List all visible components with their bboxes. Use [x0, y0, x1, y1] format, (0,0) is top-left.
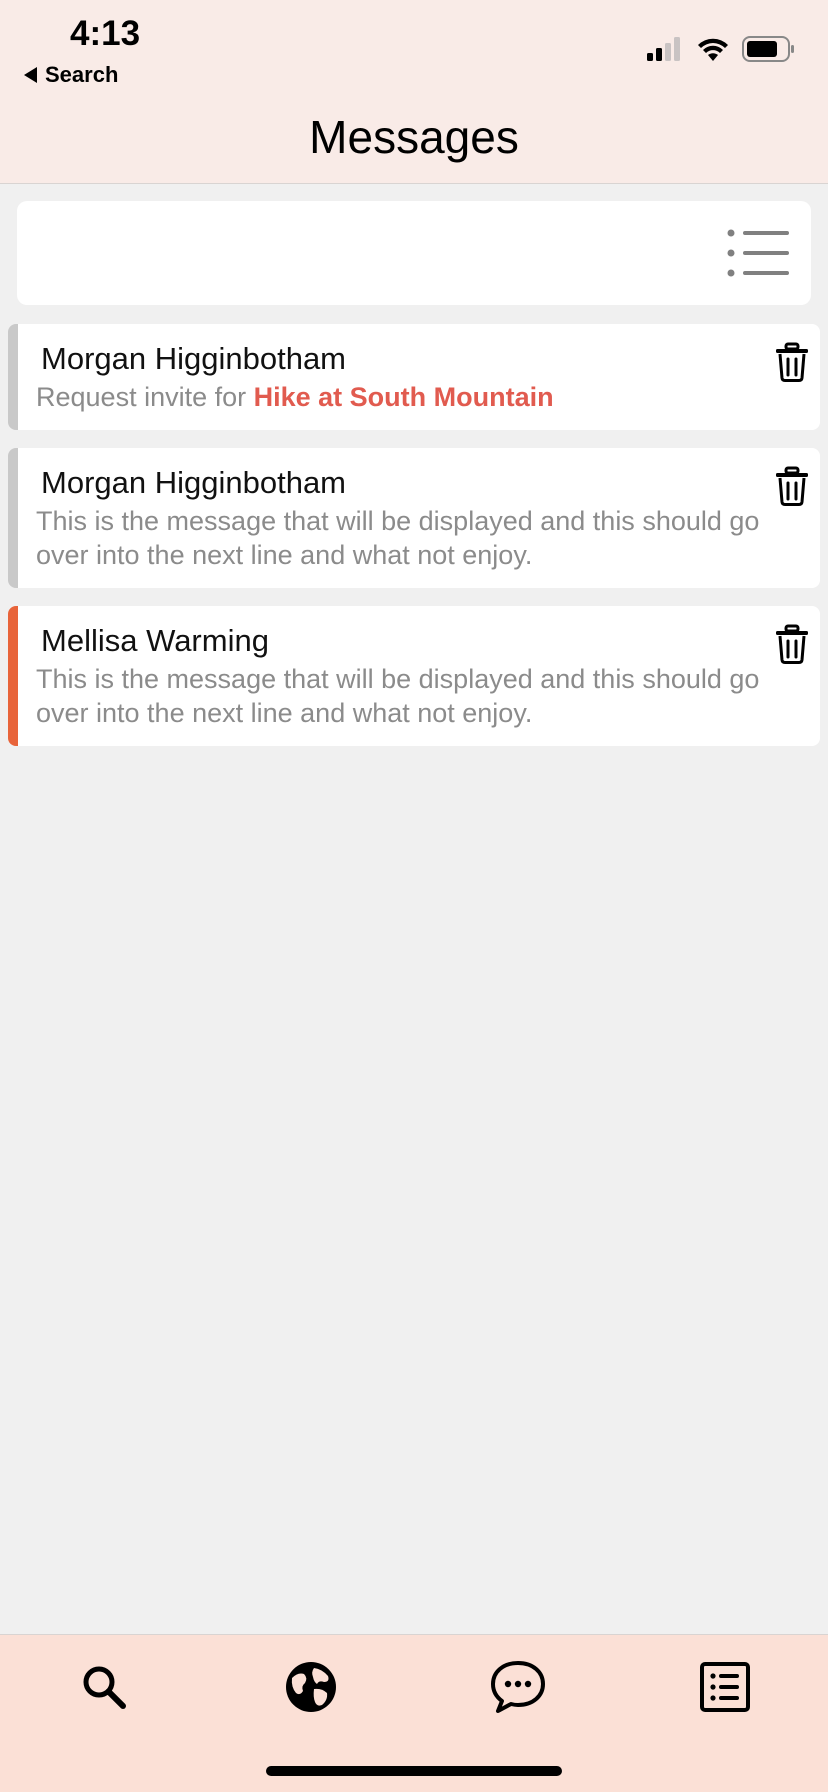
trash-icon[interactable]	[774, 342, 810, 382]
message-body: This is the message that will be display…	[36, 506, 760, 570]
event-link[interactable]: Hike at South Mountain	[254, 382, 554, 412]
search-icon	[83, 1666, 126, 1709]
status-time: 4:13	[70, 14, 141, 53]
list-document-icon	[700, 1662, 750, 1712]
tab-messages[interactable]	[488, 1657, 548, 1717]
message-body: Request invite for Hike at South Mountai…	[36, 380, 764, 414]
tab-list[interactable]	[695, 1657, 755, 1717]
message-sender: Mellisa Warming	[41, 623, 269, 658]
page-title: Messages	[309, 111, 519, 163]
message-list: Morgan Higginbotham Request invite for H…	[8, 324, 820, 764]
back-label: Search	[45, 62, 119, 87]
tab-explore[interactable]	[281, 1657, 341, 1717]
back-arrow-icon	[24, 67, 37, 83]
home-indicator[interactable]	[266, 1766, 562, 1776]
wifi-icon	[698, 38, 728, 61]
list-icon[interactable]	[727, 229, 791, 277]
chat-bubble-icon	[491, 1661, 545, 1713]
message-item[interactable]: Morgan Higginbotham This is the message …	[8, 448, 820, 588]
message-body: This is the message that will be display…	[36, 664, 760, 728]
cellular-signal-icon	[647, 37, 680, 61]
status-icons	[646, 36, 796, 62]
header: 4:13 Search Messages	[0, 0, 828, 184]
trash-icon[interactable]	[774, 466, 810, 506]
back-to-search-button[interactable]: Search	[24, 62, 118, 88]
message-sender: Morgan Higginbotham	[41, 341, 347, 376]
message-sender: Morgan Higginbotham	[41, 465, 347, 500]
message-prefix: Request invite for	[36, 382, 254, 412]
globe-icon	[286, 1662, 336, 1712]
message-item[interactable]: Mellisa Warming This is the message that…	[8, 606, 820, 746]
tab-search[interactable]	[74, 1657, 134, 1717]
filter-card	[17, 201, 811, 305]
trash-icon[interactable]	[774, 624, 810, 664]
message-item[interactable]: Morgan Higginbotham Request invite for H…	[8, 324, 820, 430]
battery-icon	[742, 36, 794, 62]
